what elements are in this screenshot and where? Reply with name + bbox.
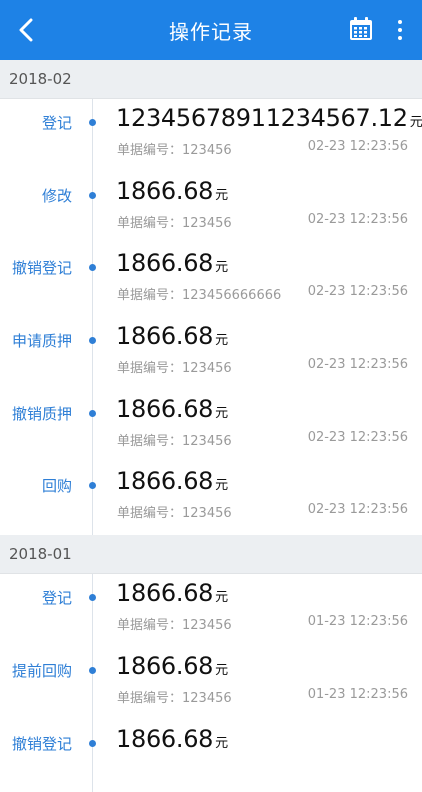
record-item[interactable]: 修改 1866.68元单据编号：123456 02-23 12:23:56 [0,172,422,245]
timeline-dot [89,594,96,601]
document-number: 单据编号：123456 [117,139,232,158]
back-button[interactable] [10,14,42,46]
record-amount: 1866.68元 [116,395,228,423]
month-header: 2018-01 [0,535,422,574]
amount-value: 1866.68 [116,579,213,607]
record-item[interactable]: 登记 1866.68元单据编号：123456 01-23 12:23:56 [0,574,422,647]
amount-value: 1866.68 [116,322,213,350]
record-item[interactable]: 提前回购 1866.68元单据编号：123456 01-23 12:23:56 [0,647,422,720]
record-time: 02-23 12:23:56 [308,284,408,299]
record-action: 登记 [42,587,72,608]
timeline-dot [89,667,96,674]
more-icon [398,20,402,24]
record-time: 01-23 12:23:56 [308,687,408,702]
record-action: 回购 [42,475,72,496]
record-item[interactable]: 撤销登记 1866.68元单据编号：123456666666 02-23 12:23… [0,244,422,317]
record-item[interactable]: 申请质押 1866.68元单据编号：123456 02-23 12:23:56 [0,317,422,390]
record-time: 02-23 12:23:56 [308,502,408,517]
document-number: 单据编号：123456666666 [117,284,281,303]
calendar-button[interactable] [348,16,376,44]
timeline-dot [89,482,96,489]
record-amount: 12345678911234567.12元 [116,104,422,132]
record-amount: 1866.68元 [116,467,228,495]
month-header: 2018-02 [0,60,422,99]
amount-unit: 元 [215,590,228,605]
amount-value: 1866.68 [116,725,213,753]
record-action: 撤销质押 [12,403,72,424]
amount-unit: 元 [215,188,228,203]
document-number: 单据编号：123456 [117,687,232,706]
timeline-dot [89,740,96,747]
record-action: 撤销登记 [12,733,72,754]
record-amount: 1866.68元 [116,249,228,277]
amount-unit: 元 [215,260,228,275]
back-icon [18,18,34,42]
more-button[interactable] [390,16,410,44]
record-amount: 1866.68元 [116,322,228,350]
record-action: 登记 [42,112,72,133]
calendar-icon [348,16,374,42]
record-item[interactable]: 撤销登记 1866.68元 [0,720,422,792]
amount-value: 12345678911234567.12 [116,104,408,132]
amount-value: 1866.68 [116,395,213,423]
timeline-dot [89,410,96,417]
amount-unit: 元 [215,333,228,348]
document-number: 单据编号：123456 [117,430,232,449]
record-action: 修改 [42,185,72,206]
amount-value: 1866.68 [116,177,213,205]
record-amount: 1866.68元 [116,579,228,607]
record-item[interactable]: 登记 12345678911234567.12元单据编号：123456 02-23 … [0,99,422,172]
amount-unit: 元 [410,115,422,130]
document-number: 单据编号：123456 [117,502,232,521]
amount-value: 1866.68 [116,467,213,495]
top-bar: 操作记录 [0,0,422,60]
timeline-dot [89,192,96,199]
record-time: 02-23 12:23:56 [308,212,408,227]
record-item[interactable]: 撤销质押 1866.68元单据编号：123456 02-23 12:23:56 [0,390,422,463]
timeline-dot [89,119,96,126]
record-amount: 1866.68元 [116,177,228,205]
record-amount: 1866.68元 [116,725,228,753]
document-number: 单据编号：123456 [117,357,232,376]
amount-unit: 元 [215,478,228,493]
page-title: 操作记录 [169,16,253,45]
record-time: 02-23 12:23:56 [308,357,408,372]
amount-unit: 元 [215,406,228,421]
record-action: 申请质押 [12,330,72,351]
record-list: 2018-02登记12345678911234567.12元单据编号：12345… [0,60,422,792]
amount-value: 1866.68 [116,652,213,680]
record-amount: 1866.68元 [116,652,228,680]
record-time: 01-23 12:23:56 [308,614,408,629]
amount-unit: 元 [215,663,228,678]
amount-value: 1866.68 [116,249,213,277]
record-time: 02-23 12:23:56 [308,430,408,445]
record-item[interactable]: 回购 1866.68元单据编号：123456 02-23 12:23:56 [0,462,422,535]
record-action: 撤销登记 [12,257,72,278]
record-time: 02-23 12:23:56 [308,139,408,154]
timeline-dot [89,264,96,271]
month-section: 登记1866.68元单据编号：12345601-23 12:23:56提前回购1… [0,574,422,792]
document-number: 单据编号：123456 [117,614,232,633]
amount-unit: 元 [215,736,228,751]
timeline-dot [89,337,96,344]
month-section: 登记12345678911234567.12元单据编号：12345602-23 … [0,99,422,535]
record-action: 提前回购 [12,660,72,681]
document-number: 单据编号：123456 [117,212,232,231]
